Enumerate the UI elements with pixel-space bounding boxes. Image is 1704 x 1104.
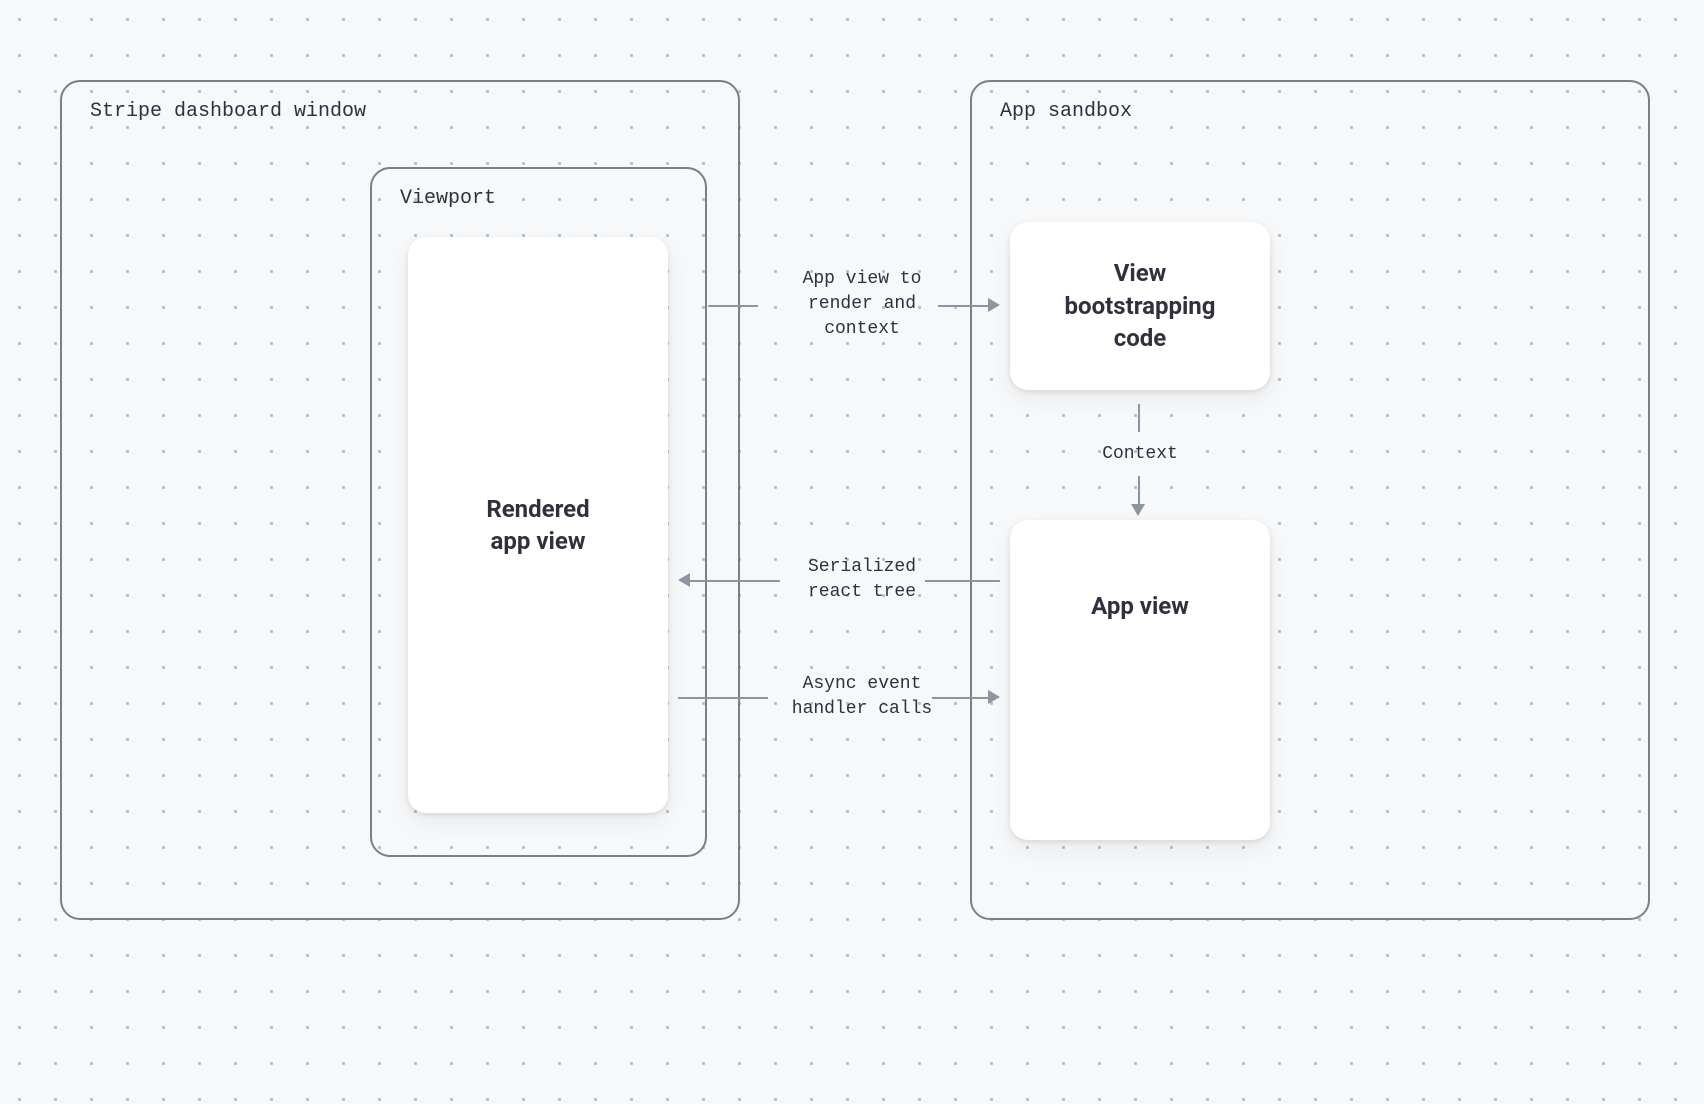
- flow3-label: Serialized react tree: [752, 555, 972, 605]
- flow3-line-left: [690, 580, 780, 582]
- flow1-line-right: [938, 305, 988, 307]
- rendered-app-view-title: Rendered app view: [462, 493, 613, 558]
- flow4-arrowhead-icon: [988, 690, 1000, 704]
- app-view-card: App view: [1010, 520, 1270, 840]
- flow2-arrowhead-icon: [1131, 504, 1145, 516]
- flow4-line-right: [932, 697, 988, 699]
- flow1-arrowhead-icon: [988, 298, 1000, 312]
- flow2-line-top: [1138, 404, 1140, 432]
- app-sandbox-title: App sandbox: [1000, 100, 1132, 123]
- flow1-line-left: [708, 305, 758, 307]
- rendered-app-view-card: Rendered app view: [408, 237, 668, 813]
- viewport-title: Viewport: [400, 187, 496, 210]
- bootstrap-card: View bootstrapping code: [1010, 222, 1270, 390]
- flow3-arrowhead-icon: [678, 573, 690, 587]
- flow2-label: Context: [1030, 442, 1250, 467]
- bootstrap-card-title: View bootstrapping code: [1041, 257, 1240, 354]
- app-view-card-title: App view: [1067, 590, 1213, 622]
- dashboard-window-title: Stripe dashboard window: [90, 100, 366, 123]
- flow2-line-bottom: [1138, 476, 1140, 504]
